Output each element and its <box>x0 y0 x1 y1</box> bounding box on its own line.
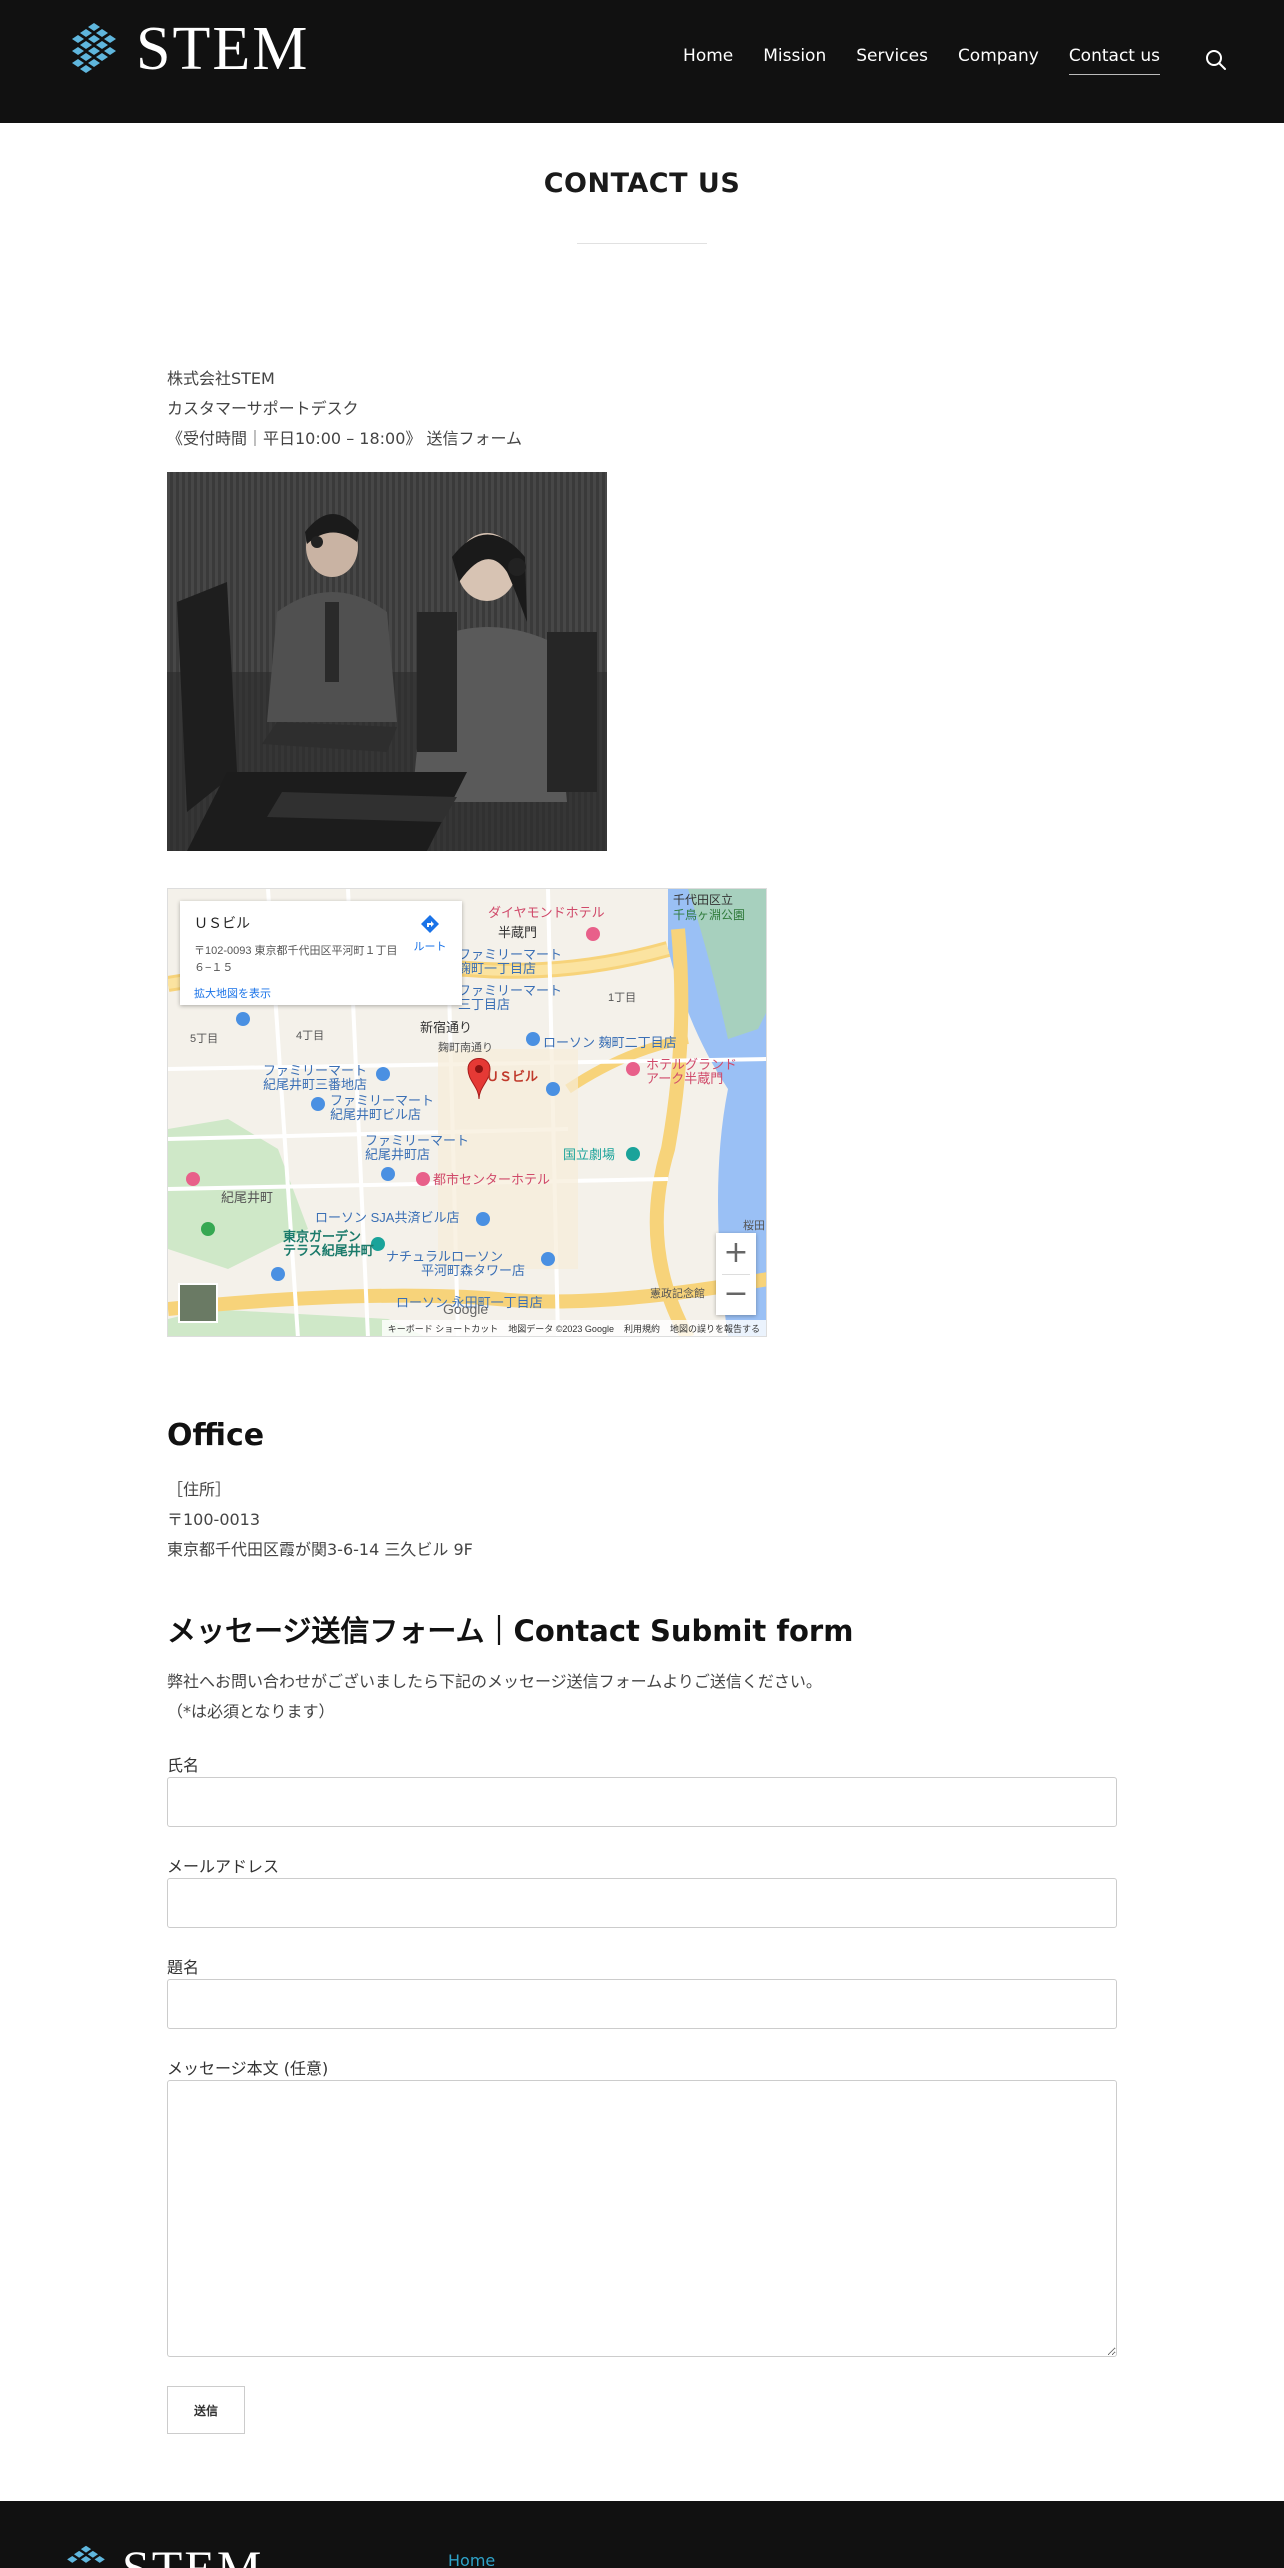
map-zoom-controls: + − <box>716 1233 756 1315</box>
svg-text:ナチュラルローソン: ナチュラルローソン <box>386 1249 503 1264</box>
support-staff-photo <box>167 472 607 851</box>
google-map[interactable]: ＵＳビル ダイヤモンドホテル 半蔵門 千代田区立 千鳥ヶ淵公園 ファミリーマート… <box>167 888 767 1337</box>
office-address-label: ［住所］ <box>167 1480 232 1499</box>
email-field[interactable] <box>167 1878 1117 1928</box>
svg-text:東京ガーデン: 東京ガーデン <box>283 1229 361 1244</box>
zoom-in-button[interactable]: + <box>716 1233 756 1274</box>
message-label: メッセージ本文 (任意) <box>167 2059 329 2078</box>
main-nav: Home Mission Services Company Contact us <box>683 46 1160 75</box>
map-place-address: 〒102-0093 東京都千代田区平河町１丁目６−１５ <box>194 945 398 974</box>
office-address-block: ［住所］ 〒100-0013 東京都千代田区霞が関3-6-14 三久ビル 9F <box>167 1475 473 1565</box>
svg-text:紀尾井町ビル店: 紀尾井町ビル店 <box>330 1107 421 1122</box>
zoom-separator <box>722 1274 750 1275</box>
svg-text:憲政記念館: 憲政記念館 <box>650 1286 705 1300</box>
svg-text:紀尾井町: 紀尾井町 <box>221 1190 273 1205</box>
company-name: 株式会社STEM <box>167 369 275 388</box>
directions-icon <box>421 915 439 933</box>
search-icon[interactable] <box>1204 48 1228 72</box>
svg-text:半蔵門: 半蔵門 <box>498 925 537 940</box>
street-view-thumbnail[interactable] <box>178 1283 218 1323</box>
map-data-credit: 地図データ ©2023 Google <box>508 1323 614 1334</box>
svg-text:紀尾井町店: 紀尾井町店 <box>365 1147 430 1162</box>
title-divider <box>577 243 707 244</box>
page-title: CONTACT US <box>543 168 741 199</box>
site-footer: STEM Home <box>0 2501 1284 2568</box>
svg-text:ファミリーマート: ファミリーマート <box>458 947 562 962</box>
map-place-name: ＵＳビル <box>194 915 250 931</box>
svg-text:平河町森タワー店: 平河町森タワー店 <box>421 1263 525 1278</box>
reception-hours: 《受付時間｜平日10:00 – 18:00》 送信フォーム <box>167 429 522 448</box>
footer-logo[interactable]: STEM <box>62 2543 263 2568</box>
nav-contact-us[interactable]: Contact us <box>1068 46 1160 75</box>
footer-logo-text: STEM <box>122 2540 264 2568</box>
svg-text:ローソン SJA共済ビル店: ローソン SJA共済ビル店 <box>315 1210 459 1225</box>
form-description-line: 弊社へお問い合わせがございましたら下記のメッセージ送信フォームよりご送信ください… <box>167 1672 822 1691</box>
zoom-out-button[interactable]: − <box>716 1274 756 1315</box>
svg-text:麹町一丁目店: 麹町一丁目店 <box>458 961 536 976</box>
email-label: メールアドレス <box>167 1857 280 1876</box>
office-postal-code: 〒100-0013 <box>167 1510 261 1529</box>
office-heading: Office <box>167 1418 265 1453</box>
svg-text:ホテルグランド: ホテルグランド <box>646 1057 737 1072</box>
name-label: 氏名 <box>167 1756 200 1775</box>
footer-logo-cube-icon <box>67 2545 105 2563</box>
svg-text:都市センターホテル: 都市センターホテル <box>433 1172 550 1187</box>
terms-link[interactable]: 利用規約 <box>624 1322 660 1335</box>
required-note: （*は必須となります） <box>167 1702 335 1721</box>
svg-text:ファミリーマート: ファミリーマート <box>458 983 562 998</box>
form-heading: メッセージ送信フォーム｜Contact Submit form <box>167 1614 854 1648</box>
report-error-link[interactable]: 地図の誤りを報告する <box>670 1322 760 1335</box>
site-logo[interactable]: STEM <box>66 15 310 83</box>
svg-text:ローソン 麹町二丁目店: ローソン 麹町二丁目店 <box>543 1035 677 1050</box>
svg-text:新宿通り: 新宿通り <box>420 1020 472 1035</box>
office-address: 東京都千代田区霞が関3-6-14 三久ビル 9F <box>167 1540 473 1559</box>
map-pin-label: ＵＳビル <box>486 1069 538 1084</box>
message-textarea[interactable] <box>167 2080 1117 2357</box>
svg-text:三丁目店: 三丁目店 <box>458 997 510 1012</box>
svg-text:桜田: 桜田 <box>743 1218 765 1232</box>
nav-mission[interactable]: Mission <box>763 46 826 75</box>
keyboard-shortcuts-link[interactable]: キーボード ショートカット <box>388 1322 499 1335</box>
svg-text:麹町南通り: 麹町南通り <box>438 1040 493 1054</box>
map-attribution: キーボード ショートカット 地図データ ©2023 Google 利用規約 地図… <box>381 1320 766 1336</box>
site-header: STEM Home Mission Services Company Conta… <box>0 0 1284 123</box>
name-field[interactable] <box>167 1777 1117 1827</box>
map-place-card: ＵＳビル 〒102-0093 東京都千代田区平河町１丁目６−１５ 拡大地図を表示… <box>180 901 462 1005</box>
svg-text:紀尾井町三番地店: 紀尾井町三番地店 <box>263 1077 367 1092</box>
subject-field[interactable] <box>167 1979 1117 2029</box>
nav-services[interactable]: Services <box>856 46 928 75</box>
svg-text:ファミリーマート: ファミリーマート <box>365 1133 469 1148</box>
nav-company[interactable]: Company <box>958 46 1039 75</box>
svg-text:1丁目: 1丁目 <box>608 992 636 1004</box>
route-label: ルート <box>413 941 447 953</box>
svg-text:5丁目: 5丁目 <box>190 1033 218 1045</box>
svg-text:ファミリーマート: ファミリーマート <box>263 1063 367 1078</box>
footer-home-link[interactable]: Home <box>448 2551 495 2568</box>
svg-text:国立劇場: 国立劇場 <box>563 1147 615 1162</box>
form-description: 弊社へお問い合わせがございましたら下記のメッセージ送信フォームよりご送信ください… <box>167 1667 822 1727</box>
view-larger-map-link[interactable]: 拡大地図を表示 <box>194 985 271 1001</box>
svg-text:Google: Google <box>443 1301 488 1317</box>
svg-text:4丁目: 4丁目 <box>296 1030 324 1042</box>
intro-text: 株式会社STEM カスタマーサポートデスク 《受付時間｜平日10:00 – 18… <box>167 364 522 454</box>
svg-text:アーク半蔵門: アーク半蔵門 <box>646 1071 723 1086</box>
svg-text:千代田区立: 千代田区立 <box>673 892 733 907</box>
route-button[interactable]: ルート <box>412 913 448 954</box>
support-desk: カスタマーサポートデスク <box>167 399 359 418</box>
logo-text: STEM <box>136 15 310 83</box>
svg-text:ダイヤモンドホテル: ダイヤモンドホテル <box>488 905 605 920</box>
svg-text:ファミリーマート: ファミリーマート <box>330 1093 434 1108</box>
svg-text:テラス紀尾井町: テラス紀尾井町 <box>283 1243 374 1258</box>
logo-cube-icon <box>72 23 116 73</box>
subject-label: 題名 <box>167 1958 200 1977</box>
svg-text:千鳥ヶ淵公園: 千鳥ヶ淵公園 <box>673 907 745 922</box>
nav-home[interactable]: Home <box>683 46 733 75</box>
submit-button[interactable]: 送信 <box>167 2386 245 2434</box>
